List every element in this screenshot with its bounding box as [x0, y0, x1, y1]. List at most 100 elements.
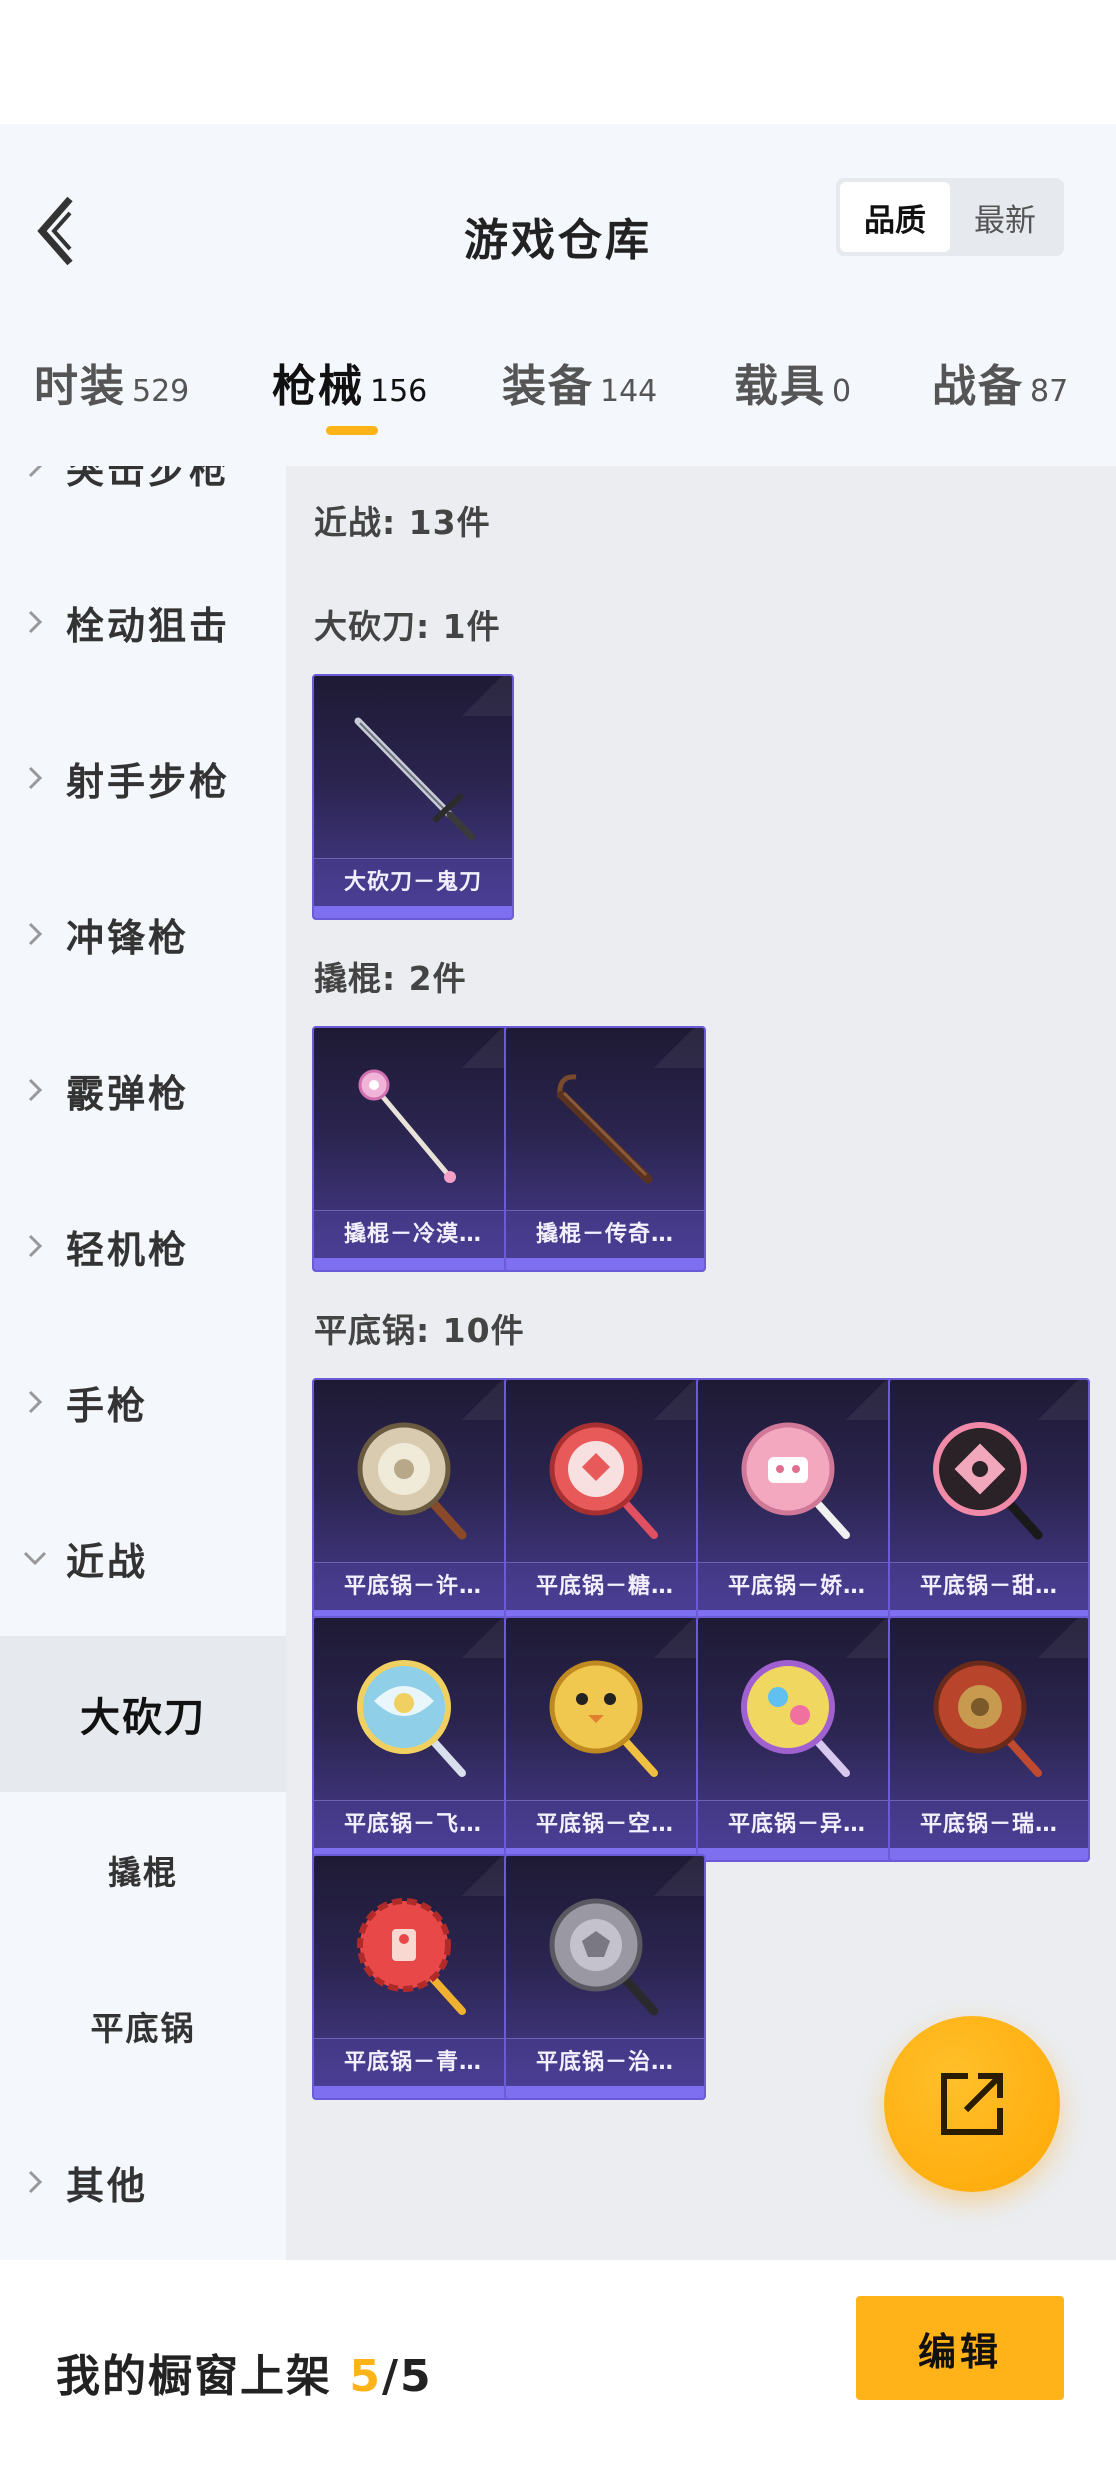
showcase-current: 5: [349, 2351, 382, 2402]
sidebar-item-label: 射手步枪: [66, 759, 231, 804]
tab-count: 87: [1030, 374, 1069, 409]
melee-summary: 近战: 13件: [314, 503, 491, 542]
sidebar-item-shotgun[interactable]: 霰弹枪: [0, 1012, 286, 1168]
item-name: 平底锅－甜…: [890, 1562, 1088, 1610]
item-card[interactable]: 撬棍－传奇…: [504, 1026, 706, 1272]
item-name: 平底锅－糖…: [506, 1562, 704, 1610]
tab-label: 载具: [734, 361, 826, 412]
sidebar-item-label: 霰弹枪: [66, 1071, 190, 1116]
item-name: 平底锅－异…: [698, 1800, 896, 1848]
tab-supplies[interactable]: 战备 87: [932, 350, 1068, 414]
pan-icon: [890, 1626, 1088, 1806]
pan-icon: [698, 1626, 896, 1806]
item-card[interactable]: 平底锅－瑞…: [888, 1616, 1090, 1862]
item-name: 撬棍－传奇…: [506, 1210, 704, 1258]
tab-equipment[interactable]: 装备 144: [502, 350, 657, 414]
chevron-right-icon: [0, 466, 66, 480]
pan-icon: [506, 1388, 704, 1568]
crowbar-icon: [506, 1036, 704, 1216]
item-name: 平底锅－飞…: [314, 1800, 512, 1848]
sidebar-item-label: 突击步枪: [66, 466, 231, 492]
item-card[interactable]: 平底锅－异…: [696, 1616, 898, 1862]
pan-icon: [506, 1626, 704, 1806]
item-name: 平底锅－空…: [506, 1800, 704, 1848]
sidebar-subitem-machete[interactable]: 大砍刀: [0, 1636, 286, 1792]
sidebar: 突击步枪 栓动狙击 射手步枪 冲锋枪 霰弹枪 轻机枪 手枪 近战 大砍刀 撬棍 …: [0, 466, 286, 2260]
pan-icon: [890, 1388, 1088, 1568]
tab-label: 枪械: [272, 361, 364, 412]
share-external-icon: [941, 2073, 1003, 2135]
sidebar-subitem-crowbar[interactable]: 撬棍: [0, 1792, 286, 1948]
item-name: 平底锅－治…: [506, 2038, 704, 2086]
sidebar-item-other[interactable]: 其他: [0, 2104, 286, 2260]
tab-count: 156: [370, 374, 428, 409]
category-tabs: 时装 529 枪械 156 装备 144 载具 0 战备 87: [0, 290, 1116, 466]
item-name: 撬棍－冷漠…: [314, 1210, 512, 1258]
group-title-machete: 大砍刀: 1件: [314, 607, 501, 646]
sidebar-item-assault-rifle[interactable]: 突击步枪: [0, 466, 286, 544]
sidebar-item-melee[interactable]: 近战: [0, 1480, 286, 1636]
pan-icon: [314, 1388, 512, 1568]
sidebar-item-bolt-sniper[interactable]: 栓动狙击: [0, 544, 286, 700]
tab-fashion[interactable]: 时装 529: [34, 350, 189, 414]
item-card[interactable]: 平底锅－青…: [312, 1854, 514, 2100]
group-title-crowbar: 撬棍: 2件: [314, 959, 467, 998]
sidebar-item-label: 其他: [66, 2163, 149, 2208]
sidebar-item-label: 近战: [66, 1539, 149, 1584]
chevron-down-icon: [0, 1549, 66, 1567]
item-card[interactable]: 大砍刀－鬼刀: [312, 674, 514, 920]
pan-icon: [314, 1864, 512, 2044]
bottom-bar: 我的橱窗上架 5/5 编辑: [0, 2260, 1116, 2484]
showcase-status: 我的橱窗上架 5/5: [56, 2340, 433, 2404]
item-name: 平底锅－瑞…: [890, 1800, 1088, 1848]
item-name: 平底锅－青…: [314, 2038, 512, 2086]
chevron-right-icon: [0, 1076, 66, 1104]
chevron-right-icon: [0, 764, 66, 792]
tab-count: 529: [132, 374, 190, 409]
item-grid-panel: 近战: 13件 大砍刀: 1件 大砍刀－鬼刀 撬棍: 2件 撬棍－冷漠… 撬棍－…: [286, 466, 1116, 2260]
chevron-right-icon: [0, 920, 66, 948]
tab-label: 战备: [932, 361, 1024, 412]
active-tab-indicator: [326, 426, 378, 435]
back-button[interactable]: [26, 186, 86, 276]
sort-option-latest[interactable]: 最新: [950, 182, 1060, 252]
sidebar-item-label: 轻机枪: [66, 1227, 190, 1272]
item-card[interactable]: 平底锅－飞…: [312, 1616, 514, 1862]
item-card[interactable]: 平底锅－许…: [312, 1378, 514, 1624]
item-card[interactable]: 平底锅－甜…: [888, 1378, 1090, 1624]
showcase-label: 我的橱窗上架: [56, 2351, 332, 2402]
sidebar-item-smg[interactable]: 冲锋枪: [0, 856, 286, 1012]
item-name: 平底锅－许…: [314, 1562, 512, 1610]
showcase-total: /5: [381, 2351, 433, 2402]
chevron-right-icon: [0, 1232, 66, 1260]
tab-label: 装备: [502, 361, 594, 412]
machete-icon: [314, 684, 512, 864]
tab-count: 144: [600, 374, 658, 409]
pan-icon: [506, 1864, 704, 2044]
share-button[interactable]: [884, 2016, 1060, 2192]
item-card[interactable]: 平底锅－娇…: [696, 1378, 898, 1624]
chevron-left-icon: [37, 196, 73, 266]
sidebar-item-marksman-rifle[interactable]: 射手步枪: [0, 700, 286, 856]
edit-button[interactable]: 编辑: [856, 2296, 1064, 2400]
item-card[interactable]: 撬棍－冷漠…: [312, 1026, 514, 1272]
chevron-right-icon: [0, 2168, 66, 2196]
sidebar-item-label: 栓动狙击: [66, 603, 231, 648]
chevron-right-icon: [0, 608, 66, 636]
item-card[interactable]: 平底锅－糖…: [504, 1378, 706, 1624]
tab-vehicles[interactable]: 载具 0: [734, 350, 851, 414]
pan-icon: [314, 1626, 512, 1806]
header: 游戏仓库 品质 最新: [0, 124, 1116, 290]
sidebar-item-pistol[interactable]: 手枪: [0, 1324, 286, 1480]
item-card[interactable]: 平底锅－空…: [504, 1616, 706, 1862]
sidebar-item-lmg[interactable]: 轻机枪: [0, 1168, 286, 1324]
pan-icon: [698, 1388, 896, 1568]
chevron-right-icon: [0, 1388, 66, 1416]
sidebar-subitem-pan[interactable]: 平底锅: [0, 1948, 286, 2104]
item-card[interactable]: 平底锅－治…: [504, 1854, 706, 2100]
tab-label: 时装: [34, 361, 126, 412]
item-name: 大砍刀－鬼刀: [314, 858, 512, 906]
sort-option-quality[interactable]: 品质: [840, 182, 950, 252]
tab-count: 0: [832, 374, 852, 409]
tab-firearms[interactable]: 枪械 156: [272, 350, 427, 414]
